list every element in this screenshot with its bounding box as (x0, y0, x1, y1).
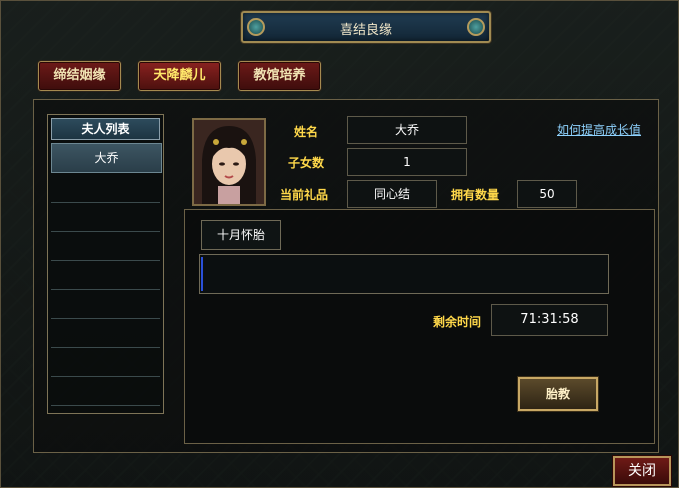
wife-list: 夫人列表 大乔 (47, 114, 164, 414)
growth-help-link[interactable]: 如何提高成长值 (557, 121, 641, 138)
remaining-time-label: 剩余时间 (433, 315, 482, 329)
owned-field: 50 (517, 180, 577, 208)
children-label: 子女数 (288, 156, 325, 170)
owned-label: 拥有数量 (451, 188, 500, 202)
close-button[interactable]: 关闭 (613, 456, 671, 486)
pregnancy-progress-bar (199, 254, 609, 294)
gift-label: 当前礼品 (280, 188, 329, 202)
wife-list-empty-row (51, 203, 160, 232)
children-field: 1 (347, 148, 467, 176)
wife-portrait (192, 118, 266, 206)
wife-list-header: 夫人列表 (51, 118, 160, 140)
wife-list-empty-row (51, 174, 160, 203)
marriage-window: 喜结良缘 缔结姻缘 天降麟儿 教馆培养 夫人列表 大乔 姓名 大乔 子女数 1 … (0, 0, 679, 488)
wife-list-empty-row (51, 261, 160, 290)
wife-list-empty-row (51, 232, 160, 261)
name-field: 大乔 (347, 116, 467, 144)
wife-list-empty-row (51, 348, 160, 377)
tab-school[interactable]: 教馆培养 (238, 61, 321, 91)
pregnancy-progress-fill (201, 257, 203, 291)
stage-label: 十月怀胎 (201, 220, 281, 250)
title-banner: 喜结良缘 (241, 11, 491, 43)
wife-list-empty-row (51, 377, 160, 406)
prenatal-education-button[interactable]: 胎教 (518, 377, 598, 411)
window-title: 喜结良缘 (339, 23, 392, 38)
name-label: 姓名 (294, 125, 319, 139)
wife-list-empty-row (51, 319, 160, 348)
wife-list-item[interactable]: 大乔 (51, 143, 162, 173)
gift-field: 同心结 (347, 180, 437, 208)
remaining-time-value: 71:31:58 (491, 304, 608, 336)
tab-marriage[interactable]: 缔结姻缘 (38, 61, 121, 91)
tab-baby[interactable]: 天降麟儿 (138, 61, 221, 91)
wife-list-empty-row (51, 290, 160, 319)
